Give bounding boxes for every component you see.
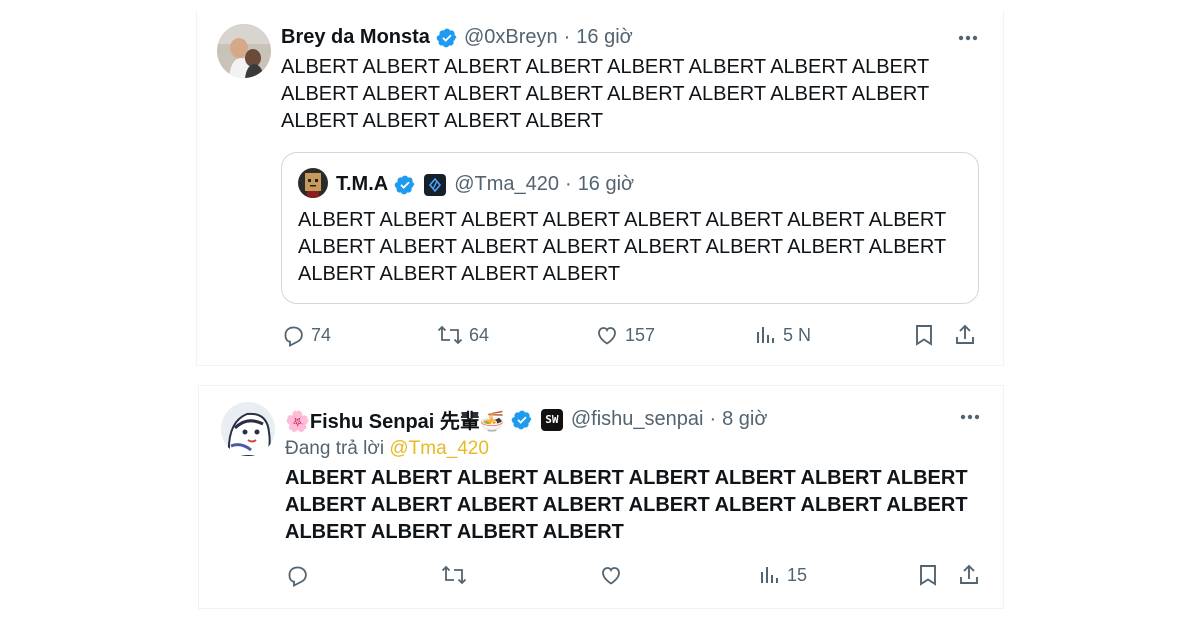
verified-badge-icon (394, 174, 416, 196)
timestamp[interactable]: 8 giờ (722, 408, 767, 431)
tweet-header: Brey da Monsta @0xBreyn · 16 giờ (281, 26, 633, 49)
quote-timestamp[interactable]: 16 giờ (578, 173, 634, 196)
repost-icon (441, 565, 467, 585)
tweet-card-1[interactable]: Brey da Monsta @0xBreyn · 16 giờ ALBERT … (196, 10, 1004, 366)
quote-avatar[interactable] (298, 168, 328, 198)
share-icon (956, 324, 974, 344)
share-button[interactable] (957, 563, 981, 587)
bookmark-icon (916, 325, 932, 346)
bookmark-button[interactable] (913, 323, 935, 347)
author-handle[interactable]: @fishu_senpai (571, 408, 704, 431)
like-button[interactable] (599, 563, 623, 587)
tweet-actions: 15 (285, 563, 985, 589)
separator: · (563, 26, 571, 48)
heart-icon (598, 327, 616, 345)
author-name[interactable]: Brey da Monsta (281, 26, 430, 49)
affiliate-badge-icon[interactable] (424, 173, 447, 196)
repost-icon (437, 325, 463, 345)
quote-author-name[interactable]: T.M.A (336, 173, 388, 196)
author-name[interactable]: 🌸Fishu Senpai 先輩🍜 (285, 405, 505, 434)
repost-count: 64 (469, 324, 490, 345)
views-count: 15 (787, 564, 808, 585)
tweet-header: 🌸Fishu Senpai 先輩🍜 SW @fishu_senpai · 8 g… (285, 405, 767, 434)
heart-icon (602, 567, 620, 585)
like-count: 157 (625, 324, 656, 345)
more-options-icon[interactable] (955, 28, 981, 48)
reply-count: 74 (311, 324, 332, 345)
tweet-text: ALBERT ALBERT ALBERT ALBERT ALBERT ALBER… (281, 56, 930, 132)
views-button[interactable]: 5 N (755, 323, 811, 347)
repost-button[interactable]: 64 (437, 323, 489, 347)
author-handle[interactable]: @0xBreyn (464, 26, 558, 49)
more-options-icon[interactable] (957, 407, 983, 427)
timestamp[interactable]: 16 giờ (576, 26, 632, 49)
views-chart-icon (757, 327, 774, 343)
reply-button[interactable]: 74 (281, 323, 331, 347)
tweet-card-2[interactable]: 🌸Fishu Senpai 先輩🍜 SW @fishu_senpai · 8 g… (198, 385, 1004, 609)
quote-header: T.M.A @Tma_420 · 16 giờ (336, 173, 634, 196)
repost-button[interactable] (441, 563, 467, 587)
share-icon (960, 564, 978, 584)
views-chart-icon (761, 567, 778, 583)
verified-badge-icon (436, 27, 458, 49)
quote-author-handle[interactable]: @Tma_420 (454, 173, 559, 196)
bookmark-button[interactable] (917, 563, 939, 587)
verified-badge-icon (511, 409, 533, 431)
tweet-actions: 74 64 157 5 N (281, 323, 981, 349)
share-button[interactable] (953, 323, 977, 347)
avatar[interactable] (217, 24, 271, 78)
tweet-text: ALBERT ALBERT ALBERT ALBERT ALBERT ALBER… (285, 467, 968, 543)
views-count: 5 N (783, 324, 812, 345)
like-button[interactable]: 157 (595, 323, 655, 347)
avatar[interactable] (221, 402, 275, 456)
replying-to-mention[interactable]: @Tma_420 (389, 438, 489, 459)
replying-to: Đang trả lời @Tma_420 (285, 438, 489, 460)
quote-text: ALBERT ALBERT ALBERT ALBERT ALBERT ALBER… (298, 209, 947, 285)
replying-to-prefix: Đang trả lời (285, 438, 385, 459)
affiliate-badge[interactable]: SW (540, 408, 563, 431)
views-button[interactable]: 15 (759, 563, 807, 587)
bookmark-icon (920, 565, 936, 586)
reply-icon (288, 566, 307, 587)
separator: · (565, 173, 572, 195)
reply-icon (284, 326, 303, 347)
quoted-tweet[interactable]: T.M.A @Tma_420 · 16 giờ ALBERT ALBERT AL… (281, 152, 979, 304)
separator: · (709, 408, 717, 430)
affiliate-badge-label: SW (545, 413, 559, 426)
reply-button[interactable] (285, 563, 309, 587)
